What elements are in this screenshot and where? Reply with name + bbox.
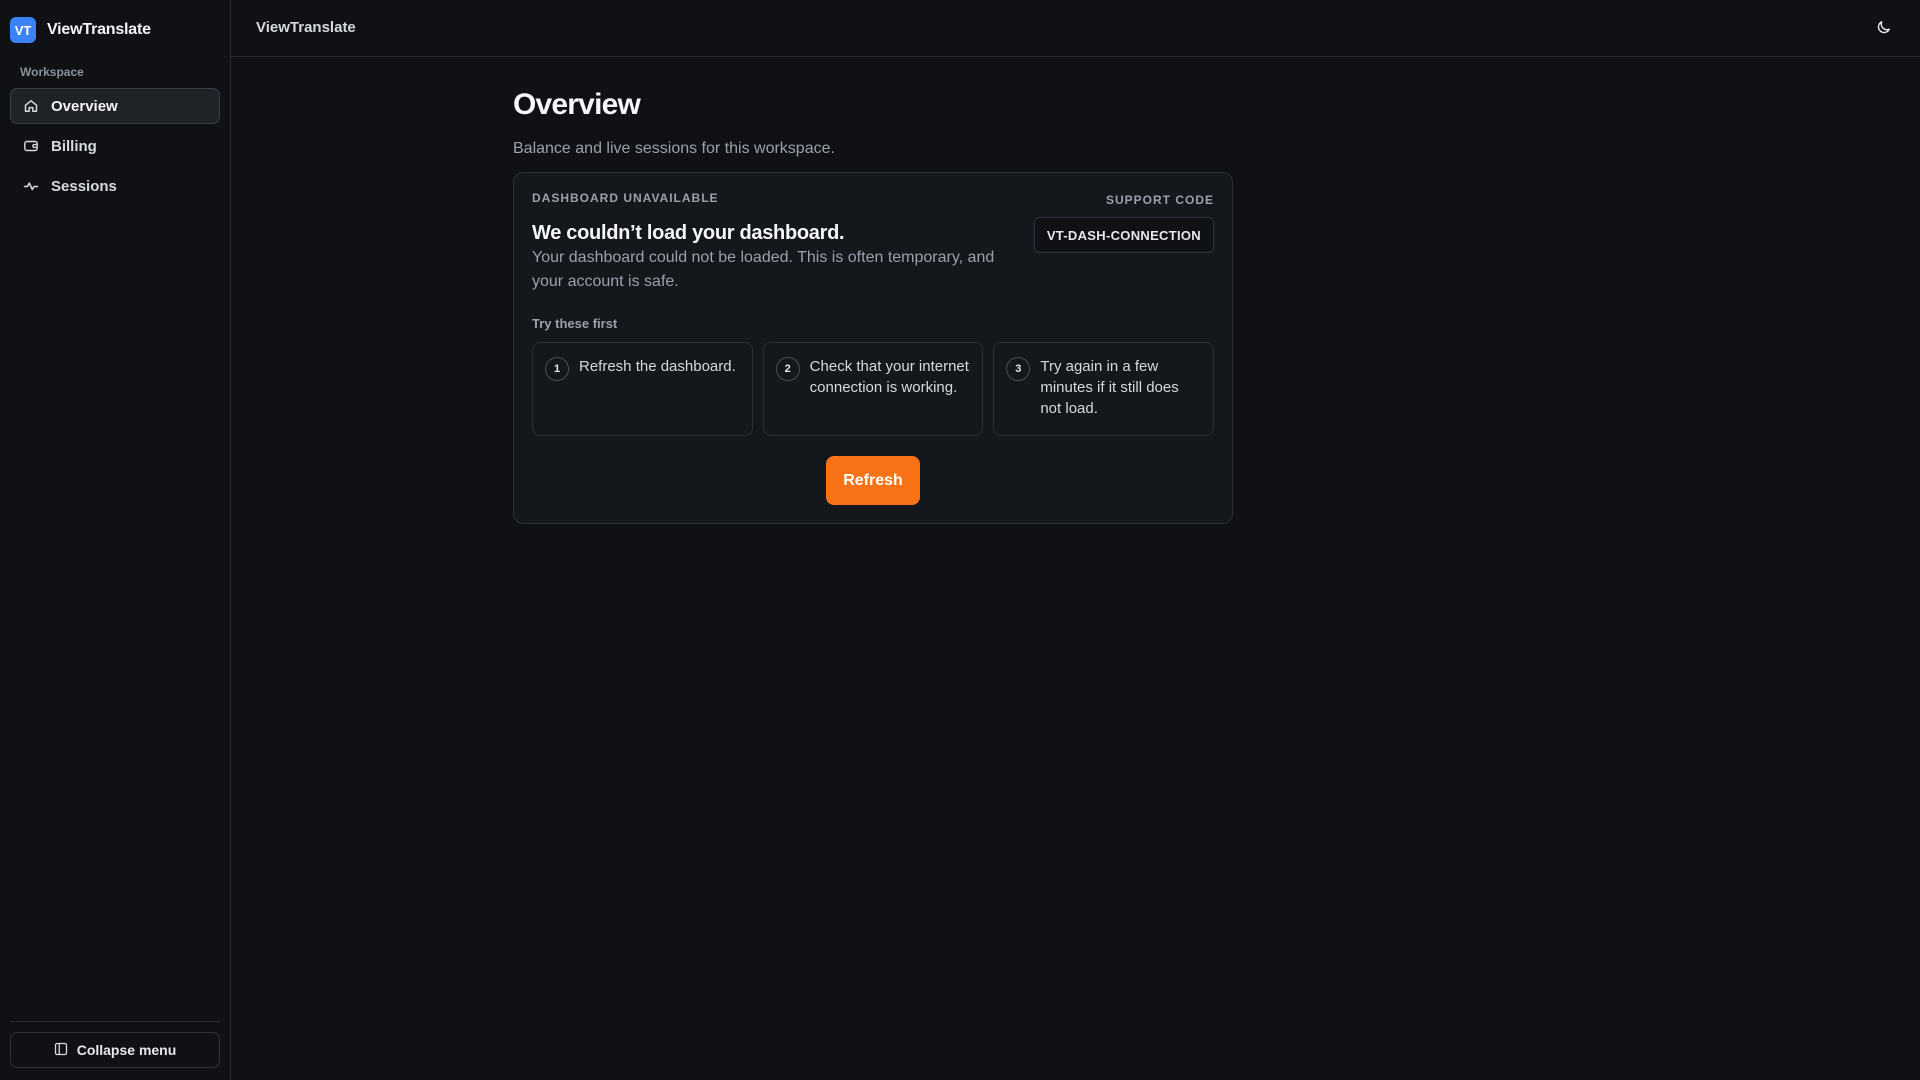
support-code-label: SUPPORT CODE (1105, 193, 1214, 207)
brand-name: ViewTranslate (47, 21, 151, 38)
tip-text: Try again in a few minutes if it still d… (1040, 358, 1179, 417)
tip-text: Check that your internet connection is w… (809, 358, 969, 396)
topbar-title: ViewTranslate (256, 18, 356, 36)
refresh-row: Refresh (532, 456, 1214, 505)
sidebar-item-billing[interactable]: Billing (10, 128, 220, 164)
error-card: DASHBOARD UNAVAILABLE We couldn’t load y… (513, 172, 1233, 524)
theme-toggle-button[interactable] (1870, 14, 1898, 42)
error-card-message: DASHBOARD UNAVAILABLE We couldn’t load y… (532, 191, 1012, 294)
activity-icon (23, 178, 39, 194)
page-title: Overview (513, 88, 641, 121)
app-root: VT ViewTranslate Workspace Overview Bill… (0, 0, 1920, 1080)
error-description: Your dashboard could not be loaded. This… (532, 249, 995, 290)
tip-item: 3 Try again in a few minutes if it still… (993, 342, 1215, 436)
topbar: ViewTranslate (231, 0, 1920, 57)
sidebar-section-label: Workspace (20, 65, 84, 79)
sidebar-toggle-icon (54, 1042, 68, 1059)
tip-item: 2 Check that your internet connection is… (762, 342, 984, 436)
wallet-icon (23, 138, 39, 154)
page-content: Overview Balance and live sessions for t… (231, 57, 1920, 524)
main-area: ViewTranslate Overview Balance and live … (231, 0, 1920, 1080)
brand-logo: VT (10, 17, 36, 43)
sidebar-item-sessions[interactable]: Sessions (10, 168, 220, 204)
collapse-menu-label: Collapse menu (76, 1042, 177, 1058)
tip-text: Refresh the dashboard. (579, 358, 736, 375)
refresh-button[interactable]: Refresh (826, 456, 920, 505)
error-card-header: DASHBOARD UNAVAILABLE We couldn’t load y… (532, 191, 1214, 294)
tip-number: 2 (775, 357, 800, 381)
sidebar-footer: Collapse menu (10, 1021, 220, 1080)
tip-item: 1 Refresh the dashboard. (532, 342, 753, 436)
sidebar-item-label: Overview (51, 97, 118, 115)
tip-number: 3 (1006, 357, 1031, 381)
sidebar: VT ViewTranslate Workspace Overview Bill… (0, 0, 231, 1080)
sidebar-item-label: Sessions (51, 177, 117, 195)
tips-label: Try these first (532, 316, 618, 331)
moon-icon (1876, 19, 1892, 38)
error-eyebrow: DASHBOARD UNAVAILABLE (532, 191, 719, 205)
collapse-menu-button[interactable]: Collapse menu (10, 1032, 220, 1068)
error-title: We couldn’t load your dashboard. (532, 222, 845, 244)
brand[interactable]: VT ViewTranslate (10, 0, 220, 60)
page-subtitle: Balance and live sessions for this works… (513, 140, 835, 157)
support-code-block: SUPPORT CODE VT-DASH-CONNECTION (1033, 191, 1214, 294)
sidebar-item-label: Billing (51, 137, 97, 155)
sidebar-nav: Overview Billing Sessions (10, 88, 220, 204)
tips-list: 1 Refresh the dashboard. 2 Check that yo… (532, 342, 1215, 436)
support-code-value[interactable]: VT-DASH-CONNECTION (1033, 217, 1214, 253)
home-icon (23, 98, 39, 114)
sidebar-item-overview[interactable]: Overview (10, 88, 220, 124)
tip-number: 1 (545, 357, 569, 381)
